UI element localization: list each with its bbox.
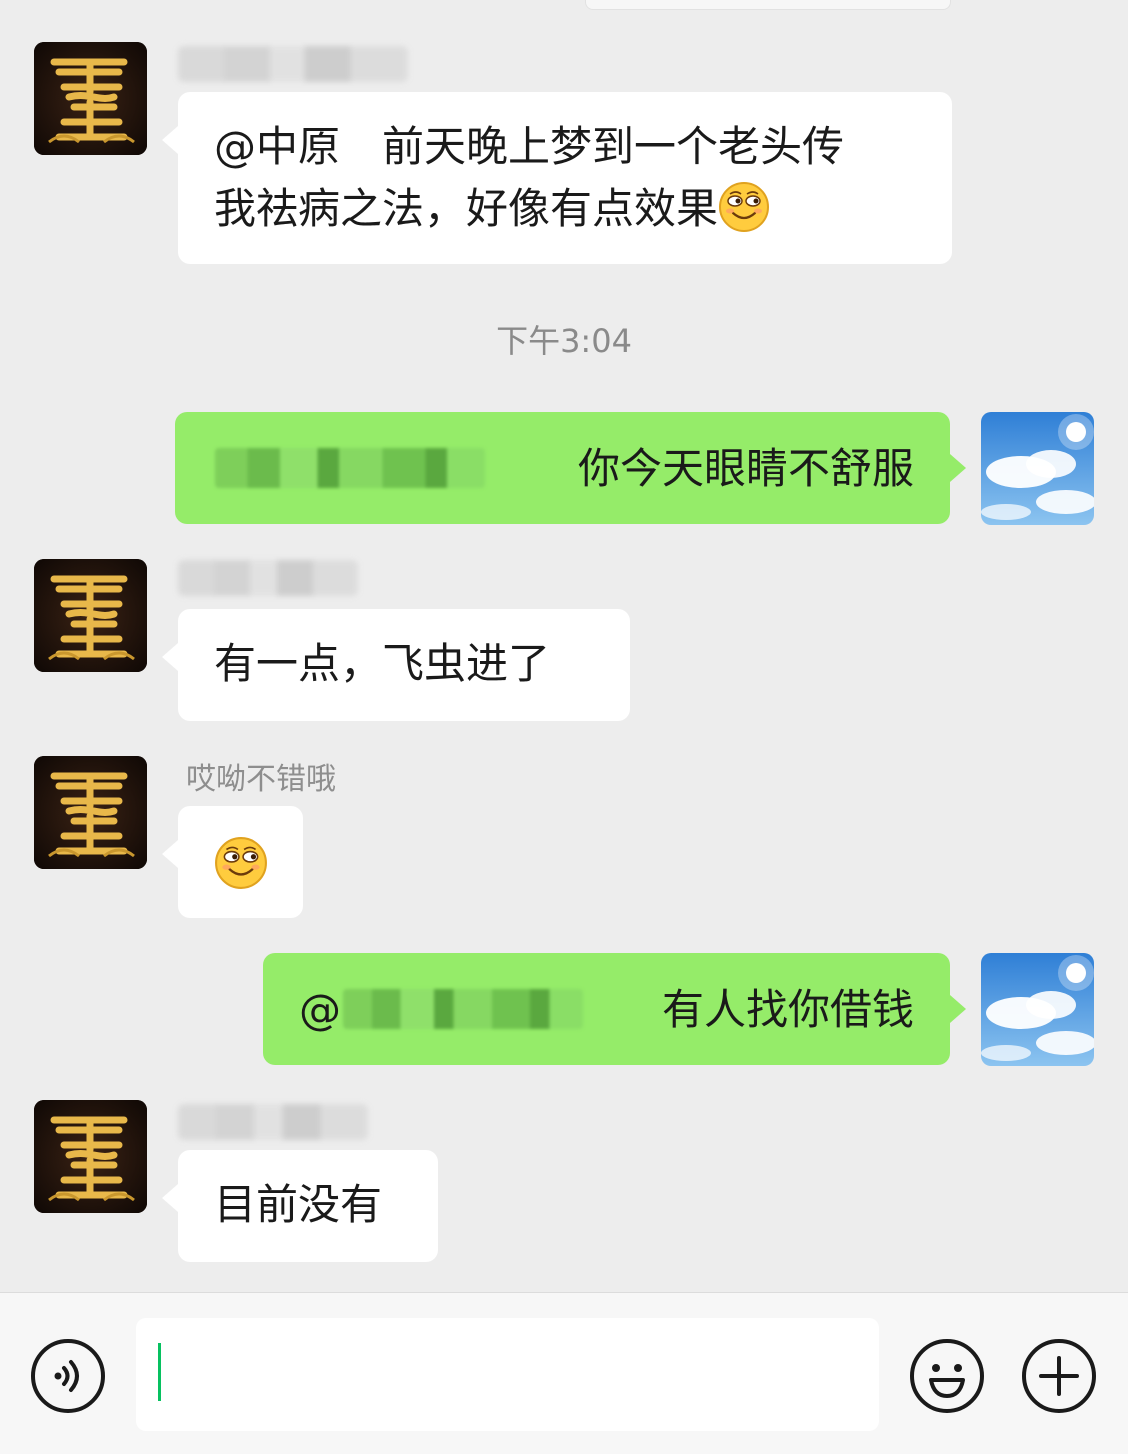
message-bubble[interactable]: [162, 806, 303, 918]
sender-name: 哎呦不错哦: [186, 762, 336, 797]
message-input[interactable]: [136, 1318, 879, 1431]
message-text: 我祛病之法，好像有点效果: [214, 184, 719, 233]
gold-calligraphy-avatar-icon: [34, 42, 147, 155]
message-bubble[interactable]: 你今天眼睛不舒服: [175, 412, 966, 524]
emoji-button[interactable]: [909, 1338, 985, 1414]
gold-calligraphy-avatar-icon: [34, 1100, 147, 1213]
avatar[interactable]: [34, 756, 147, 869]
avatar[interactable]: [981, 412, 1094, 525]
sky-clouds-avatar-icon: [981, 412, 1094, 525]
avatar[interactable]: [34, 1100, 147, 1213]
previous-message-edge: [585, 0, 951, 10]
chat-area[interactable]: @中原 前天晚上梦到一个老头传 我祛病之法，好像有点效果 下午3:04 你今天眼…: [0, 0, 1128, 1292]
mention-redacted: [215, 448, 485, 488]
gold-calligraphy-avatar-icon: [34, 756, 147, 869]
message-bubble[interactable]: 有一点，飞虫进了: [162, 609, 630, 721]
voice-icon: [31, 1339, 105, 1413]
sky-clouds-avatar-icon: [981, 953, 1094, 1066]
sender-name-redacted: [178, 560, 358, 596]
plus-icon: [1022, 1339, 1096, 1413]
message-text: @中原 前天晚上梦到一个老头传: [214, 122, 845, 171]
input-bar: [0, 1292, 1128, 1454]
gold-calligraphy-avatar-icon: [34, 559, 147, 672]
sender-name-redacted: [178, 46, 408, 82]
message-text: 有一点，飞虫进了: [214, 639, 551, 688]
plus-button[interactable]: [1021, 1338, 1097, 1414]
message-bubble[interactable]: @中原 前天晚上梦到一个老头传 我祛病之法，好像有点效果: [162, 92, 952, 264]
avatar[interactable]: [34, 42, 147, 155]
emoji-icon: [910, 1339, 984, 1413]
voice-button[interactable]: [30, 1338, 106, 1414]
message-bubble[interactable]: @ 有人找你借钱: [263, 953, 966, 1065]
smirk-emoji-icon: [214, 836, 268, 890]
message-bubble[interactable]: 目前没有: [162, 1150, 438, 1262]
mention-redacted: [343, 989, 583, 1029]
sender-name-redacted: [178, 1104, 368, 1140]
message-text: 目前没有: [214, 1180, 383, 1229]
timestamp: 下午3:04: [496, 322, 632, 360]
smirk-emoji-icon: [718, 181, 770, 233]
text-caret: [158, 1343, 161, 1401]
avatar[interactable]: [981, 953, 1094, 1066]
avatar[interactable]: [34, 559, 147, 672]
mention-at-sign: @: [299, 985, 341, 1034]
message-text: 有人找你借钱: [661, 985, 914, 1034]
message-text: 你今天眼睛不舒服: [577, 444, 914, 493]
